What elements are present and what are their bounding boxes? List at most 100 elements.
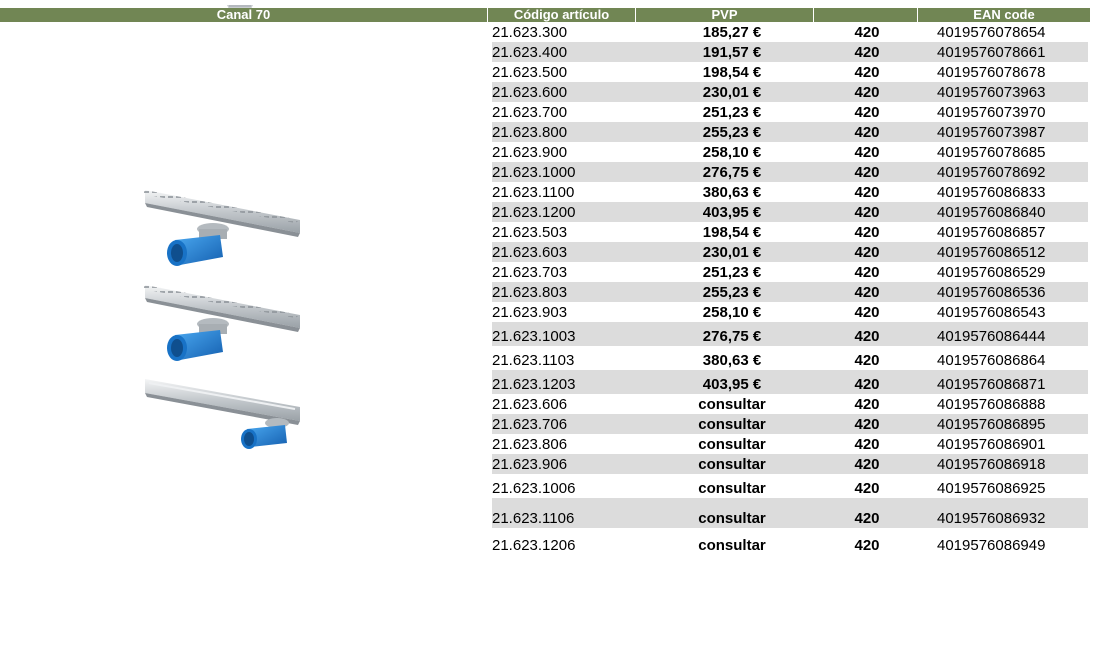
ean-code: 4019576086864: [937, 352, 1046, 369]
header-code: Código artículo: [488, 8, 636, 22]
table-row: 21.623.800 255,23 € 420 4019576073987: [492, 122, 1088, 142]
article-code: 21.623.1100: [492, 184, 575, 201]
units: 420: [854, 204, 880, 221]
ean-code: 4019576086901: [937, 436, 1046, 453]
price: 255,23 €: [702, 124, 762, 141]
price: 230,01 €: [702, 84, 762, 101]
article-code: 21.623.1003: [492, 328, 576, 345]
ean-code: 4019576086840: [937, 204, 1046, 221]
price: 403,95 €: [702, 204, 762, 221]
article-code: 21.623.500: [492, 64, 568, 81]
units: 420: [854, 284, 880, 301]
article-code: 21.623.706: [492, 416, 568, 433]
article-code: 21.623.906: [492, 456, 568, 473]
table-row: 21.623.903 258,10 € 420 4019576086543: [492, 302, 1088, 322]
table-row: 21.623.700 251,23 € 420 4019576073970: [492, 102, 1088, 122]
table-row: 21.623.1203 403,95 € 420 4019576086871: [492, 370, 1088, 394]
article-code: 21.623.700: [492, 104, 568, 121]
price: 380,63 €: [702, 352, 762, 369]
price: consultar: [698, 510, 766, 527]
units: 420: [854, 124, 880, 141]
price: 191,57 €: [702, 44, 762, 61]
units: 420: [854, 184, 880, 201]
table-row: 21.623.603 230,01 € 420 4019576086512: [492, 242, 1088, 262]
article-code: 21.623.1000: [492, 164, 576, 181]
units: 420: [854, 224, 880, 241]
article-code: 21.623.1200: [492, 204, 576, 221]
price: consultar: [698, 456, 766, 473]
price: consultar: [698, 480, 766, 497]
units: 420: [854, 510, 880, 527]
ean-code: 4019576086536: [937, 284, 1046, 301]
units: 420: [854, 352, 880, 369]
units: 420: [854, 328, 880, 345]
table-row: 21.623.1003 276,75 € 420 4019576086444: [492, 322, 1088, 346]
price: 276,75 €: [702, 164, 762, 181]
units: 420: [854, 84, 880, 101]
ean-code: 4019576078661: [937, 44, 1046, 61]
ean-code: 4019576078692: [937, 164, 1046, 181]
article-code: 21.623.903: [492, 304, 568, 321]
header-ean: EAN code: [918, 8, 1090, 22]
article-code: 21.623.800: [492, 124, 568, 141]
units: 420: [854, 244, 880, 261]
table-header: Canal 70 Código artículo PVP EAN code: [0, 0, 1090, 22]
table-row: 21.623.1200 403,95 € 420 4019576086840: [492, 202, 1088, 222]
header-price: PVP: [636, 8, 814, 22]
price: 258,10 €: [702, 144, 762, 161]
price: 198,54 €: [702, 64, 762, 81]
drain-channel-3: [145, 379, 300, 449]
table-row: 21.623.300 185,27 € 420 4019576078654: [492, 22, 1088, 42]
ean-code: 4019576073963: [937, 84, 1046, 101]
ean-code: 4019576086833: [937, 184, 1046, 201]
table-row: 21.623.1106 consultar 420 4019576086932: [492, 498, 1088, 528]
units: 420: [854, 164, 880, 181]
article-code: 21.623.300: [492, 24, 568, 41]
table-row: 21.623.500 198,54 € 420 4019576078678: [492, 62, 1088, 82]
units: 420: [854, 436, 880, 453]
article-code: 21.623.1206: [492, 537, 576, 554]
article-code: 21.623.606: [492, 396, 568, 413]
article-code: 21.623.900: [492, 144, 568, 161]
ean-code: 4019576078685: [937, 144, 1046, 161]
price: consultar: [698, 436, 766, 453]
ean-code: 4019576078654: [937, 24, 1046, 41]
units: 420: [854, 456, 880, 473]
price: 380,63 €: [702, 184, 762, 201]
drain-channel-1: [143, 190, 300, 266]
ean-code: 4019576086543: [937, 304, 1046, 321]
units: 420: [854, 537, 880, 554]
table-row: 21.623.1006 consultar 420 4019576086925: [492, 474, 1088, 498]
ean-code: 4019576086871: [937, 376, 1046, 393]
table-row: 21.623.703 251,23 € 420 4019576086529: [492, 262, 1088, 282]
price: 230,01 €: [702, 244, 762, 261]
ean-code: 4019576073987: [937, 124, 1046, 141]
article-code: 21.623.603: [492, 244, 568, 261]
units: 420: [854, 416, 880, 433]
table-row: 21.623.1206 consultar 420 4019576086949: [492, 528, 1088, 555]
units: 420: [854, 24, 880, 41]
price: consultar: [698, 416, 766, 433]
price: 198,54 €: [702, 224, 762, 241]
article-code: 21.623.600: [492, 84, 568, 101]
units: 420: [854, 480, 880, 497]
header-product: Canal 70: [0, 8, 488, 22]
price: 276,75 €: [702, 328, 762, 345]
table-row: 21.623.400 191,57 € 420 4019576078661: [492, 42, 1088, 62]
ean-code: 4019576086857: [937, 224, 1046, 241]
price: 403,95 €: [702, 376, 762, 393]
table-row: 21.623.803 255,23 € 420 4019576086536: [492, 282, 1088, 302]
ean-code: 4019576078678: [937, 64, 1046, 81]
product-images: [135, 185, 305, 450]
article-code: 21.623.806: [492, 436, 568, 453]
price: consultar: [698, 396, 766, 413]
price: 251,23 €: [702, 264, 762, 281]
ean-code: 4019576086529: [937, 264, 1046, 281]
units: 420: [854, 44, 880, 61]
ean-code: 4019576086895: [937, 416, 1046, 433]
article-code: 21.623.703: [492, 264, 568, 281]
article-code: 21.623.400: [492, 44, 568, 61]
price: 258,10 €: [702, 304, 762, 321]
drain-channel-2: [143, 285, 300, 361]
units: 420: [854, 376, 880, 393]
